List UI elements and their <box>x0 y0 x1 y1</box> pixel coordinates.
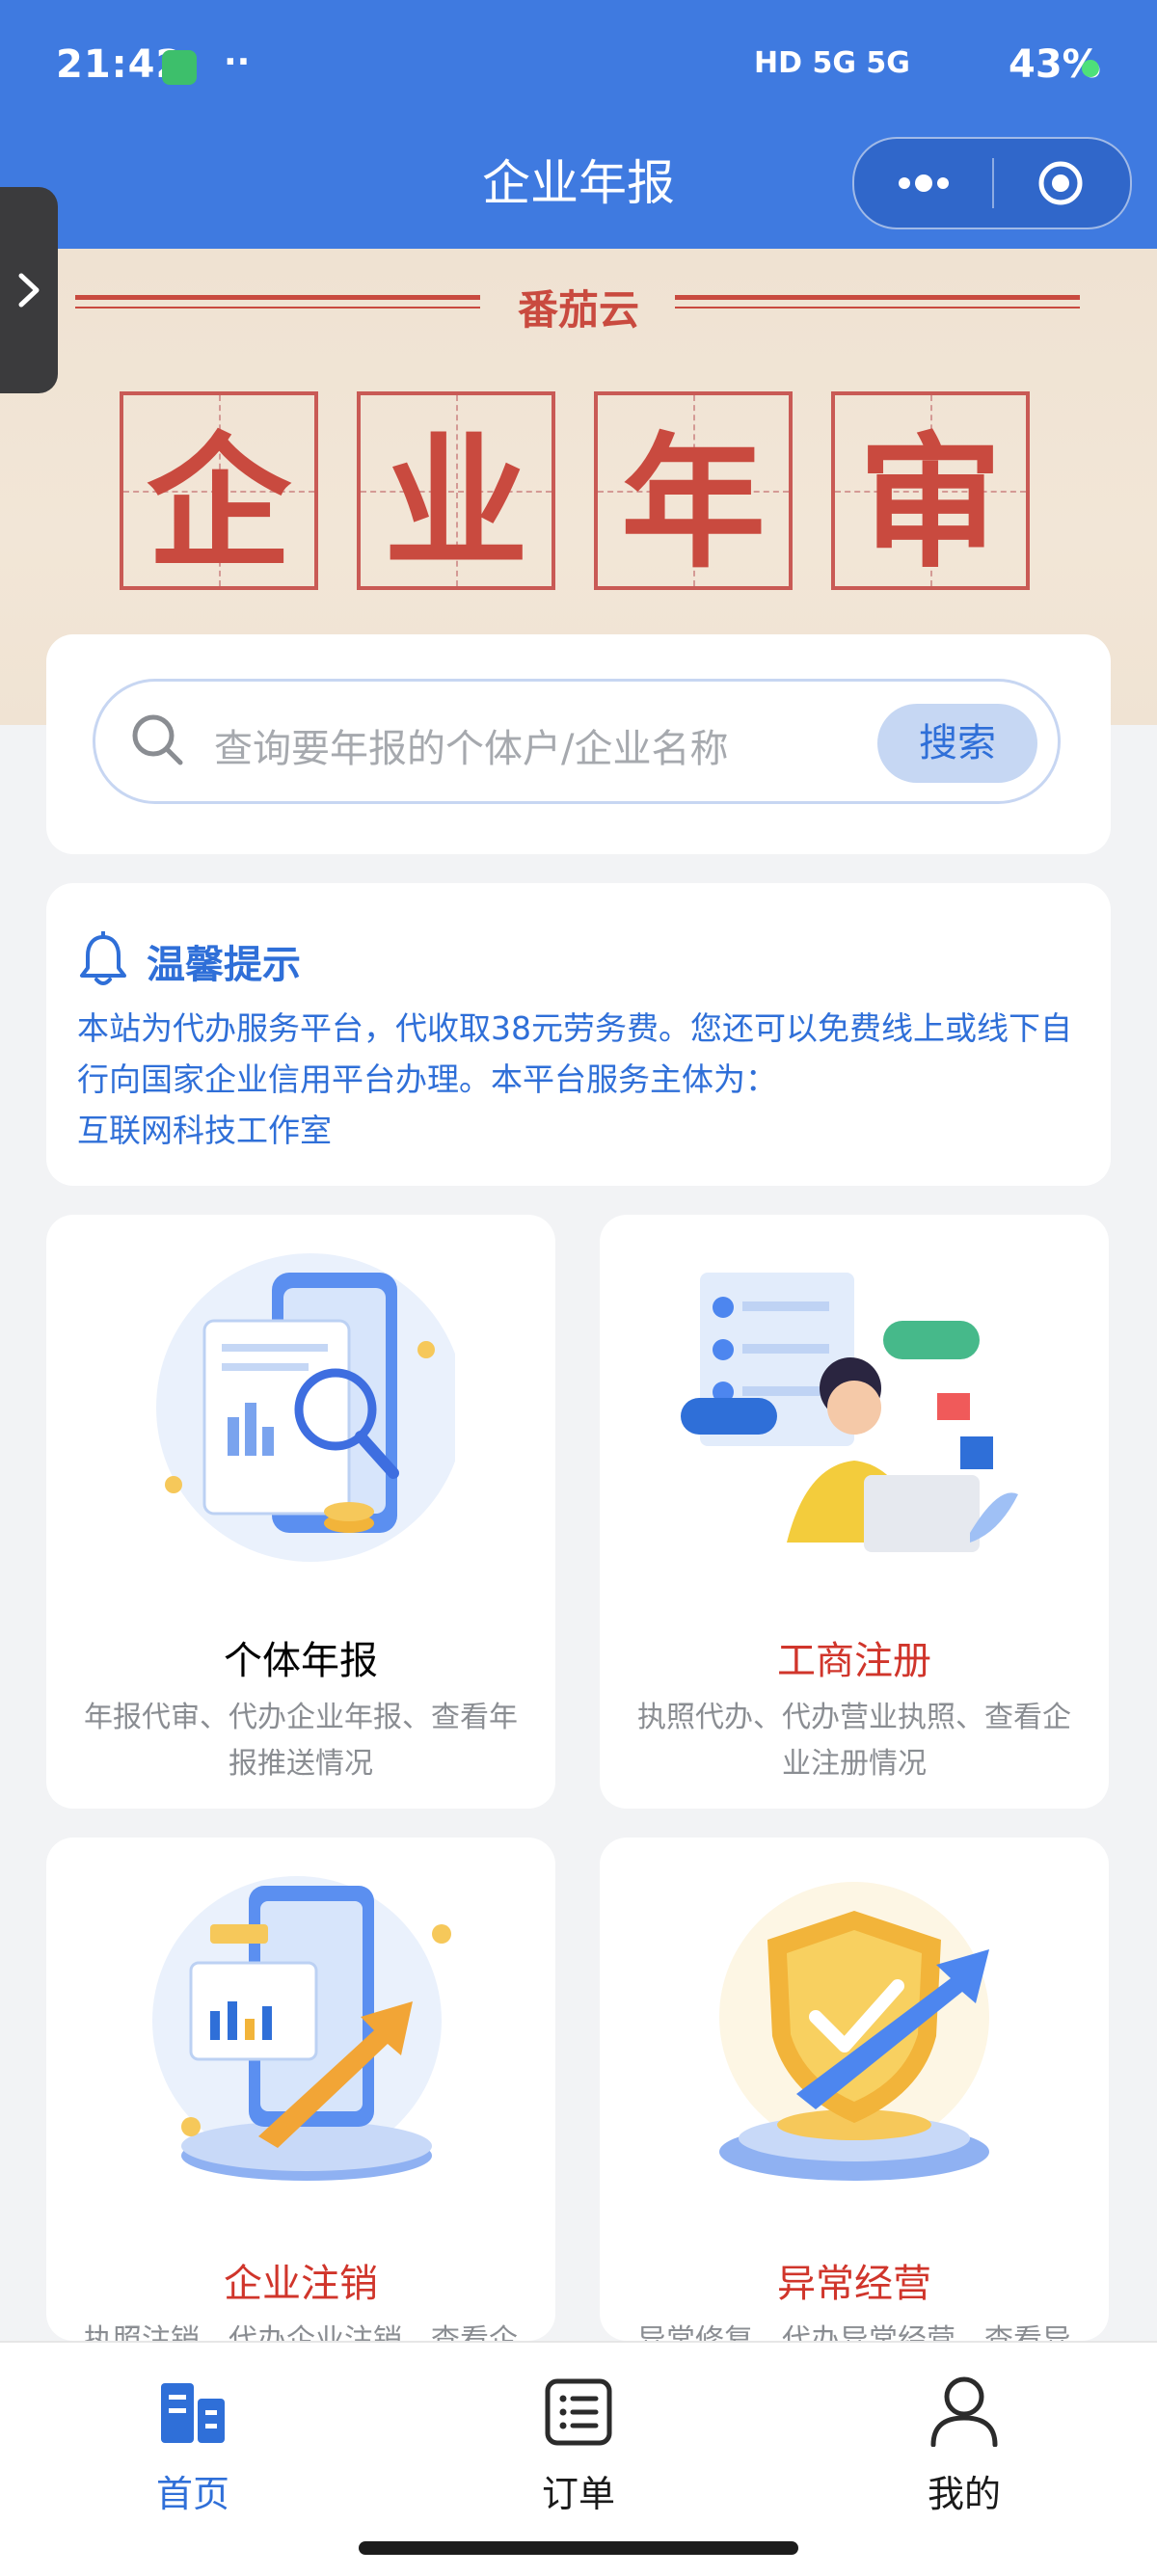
registration-illustration <box>681 1273 1018 1552</box>
service-desc: 执照代办、代办营业执照、查看企 业注册情况 <box>632 1695 1076 1787</box>
service-desc-line: 年报代审、代办企业年报、查看年 <box>84 1701 518 1734</box>
nav-label-home: 首页 <box>155 2473 229 2515</box>
service-card-deregistration[interactable]: 企业注销 执照注销、代办企业注销、查看企 <box>46 1838 555 2357</box>
order-list-icon <box>545 2378 612 2446</box>
search-placeholder: 查询要年报的个体户/企业名称 <box>214 727 729 771</box>
banner-char-box: 年 <box>594 391 793 590</box>
notice-line: 本站为代办服务平台，代收取38元劳务费。您还可以免费线上或线下自 <box>77 1009 1072 1047</box>
user-icon <box>930 2376 998 2447</box>
service-card-abnormal-operation[interactable]: 异常经营 异常修复、代办异常经营、查看异 <box>600 1838 1109 2357</box>
status-dots: ·· <box>224 42 251 82</box>
chevron-right-icon <box>18 273 40 308</box>
nav-item-mine[interactable]: 我的 <box>868 2364 1061 2528</box>
mini-program-capsule <box>852 137 1132 229</box>
service-title: 异常经营 <box>777 2262 931 2306</box>
nav-item-orders[interactable]: 订单 <box>482 2364 675 2528</box>
app-notification-icon <box>162 50 197 85</box>
service-desc-line: 业注册情况 <box>782 1747 927 1781</box>
banner-char: 业 <box>383 419 528 588</box>
notice-line: 行向国家企业信用平台办理。本平台服务主体为： <box>77 1060 777 1098</box>
nav-label-orders: 订单 <box>541 2473 615 2515</box>
service-title: 个体年报 <box>224 1639 378 1683</box>
bell-icon <box>80 931 126 985</box>
service-title: 工商注册 <box>777 1639 931 1683</box>
banner-char-box: 业 <box>357 391 555 590</box>
more-icon[interactable] <box>889 160 958 206</box>
abnormal-operation-illustration <box>719 1882 989 2181</box>
banner-brand: 番茄云 <box>517 286 639 334</box>
service-desc-line: 报推送情况 <box>229 1747 373 1781</box>
nav-item-home[interactable]: 首页 <box>96 2364 289 2528</box>
notice-body: 本站为代办服务平台，代收取38元劳务费。您还可以免费线上或线下自 行向国家企业信… <box>77 1003 1080 1156</box>
search-button[interactable]: 搜索 <box>877 704 1037 783</box>
banner-char: 审 <box>857 419 1003 588</box>
search-icon <box>132 714 183 765</box>
notice-title: 温馨提示 <box>147 943 301 987</box>
banner-char-box: 企 <box>120 391 318 590</box>
service-title: 企业注销 <box>224 2262 378 2306</box>
deregistration-illustration <box>152 1876 451 2181</box>
battery-dot-icon <box>1082 60 1099 77</box>
building-icon <box>161 2383 225 2443</box>
network-status: HD 5G 5G <box>754 46 910 80</box>
service-desc: 年报代审、代办企业年报、查看年 报推送情况 <box>79 1695 523 1787</box>
service-card-annual-report[interactable]: 个体年报 年报代审、代办企业年报、查看年 报推送情况 <box>46 1215 555 1809</box>
banner-char: 年 <box>620 419 766 588</box>
service-desc-line: 执照代办、代办营业执照、查看企 <box>637 1701 1071 1734</box>
nav-label-mine: 我的 <box>927 2473 1001 2515</box>
banner-char-box: 审 <box>831 391 1030 590</box>
home-indicator[interactable] <box>359 2541 798 2555</box>
banner-char: 企 <box>146 419 291 588</box>
annual-report-illustration <box>156 1253 455 1562</box>
target-icon[interactable] <box>1037 160 1084 206</box>
notice-line: 互联网科技工作室 <box>77 1112 332 1149</box>
service-card-registration[interactable]: 工商注册 执照代办、代办营业执照、查看企 业注册情况 <box>600 1215 1109 1809</box>
side-expand-tab[interactable] <box>0 187 58 393</box>
